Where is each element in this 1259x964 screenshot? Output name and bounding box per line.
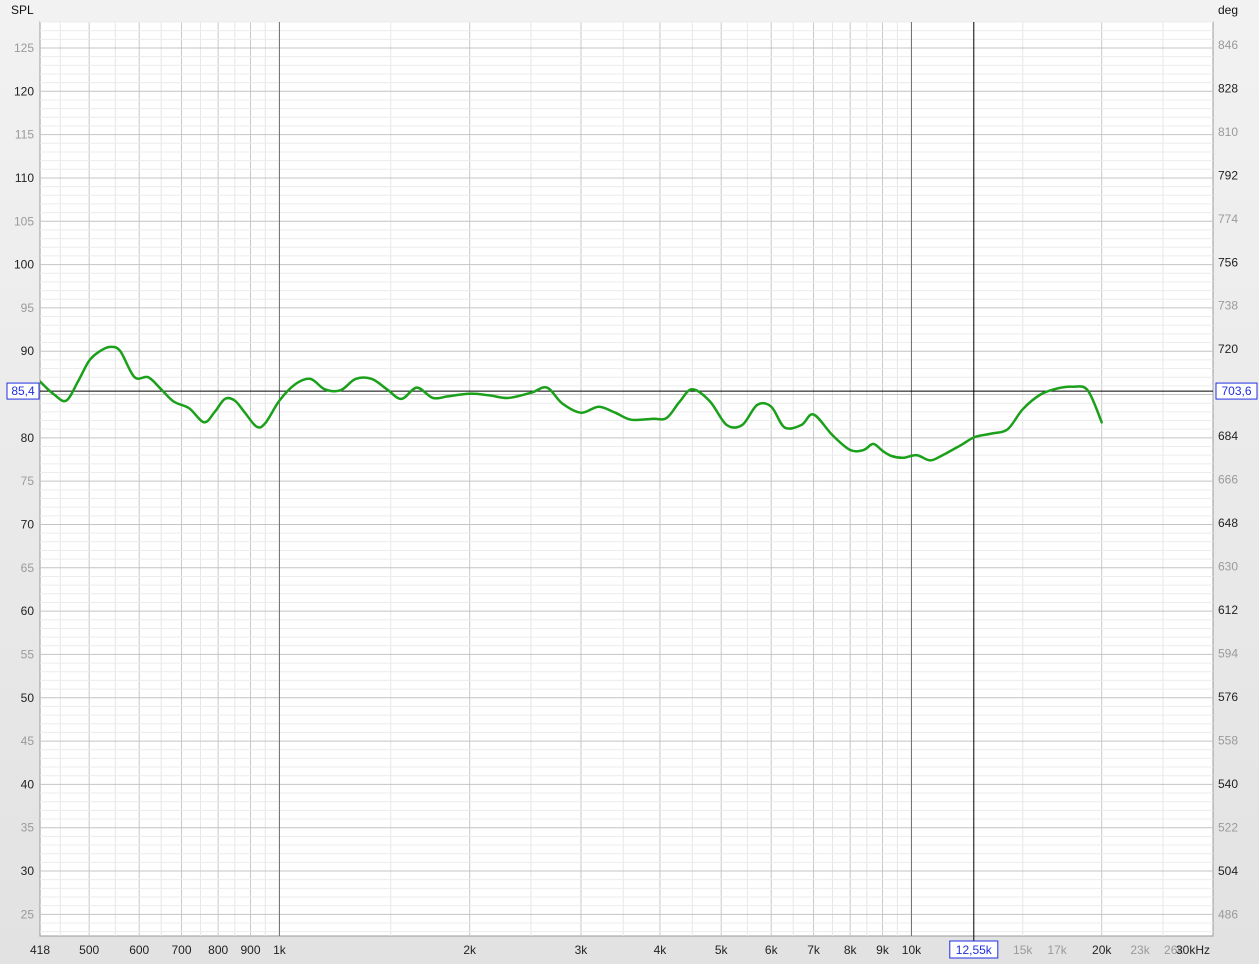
right-axis-title: deg (1218, 3, 1238, 17)
left-y-tick-label: 110 (15, 171, 34, 185)
x-tick-label-minor: 17k (1047, 943, 1067, 957)
plot-area[interactable] (39, 21, 1214, 937)
right-y-tick-label: 774 (1218, 212, 1238, 226)
x-tick-label: 3k (575, 943, 589, 957)
right-y-axis: 846 828 810 792 774 756 738 720 684 666 648 630 612 5… (1218, 38, 1238, 921)
x-tick-label-minor: 23k (1130, 943, 1150, 957)
left-y-tick-label: 115 (15, 128, 34, 142)
x-tick-label: 20k (1092, 943, 1112, 957)
x-tick-label: 600 (129, 943, 149, 957)
right-y-tick-label: 720 (1218, 342, 1238, 356)
right-y-tick-label: 486 (1218, 907, 1238, 921)
left-y-tick-label: 25 (21, 907, 35, 921)
left-y-tick-label: 70 (21, 517, 35, 531)
cursor-y-readout-left: 85,4 (11, 384, 35, 398)
left-y-tick-label: 80 (21, 431, 35, 445)
right-y-tick-label: 648 (1218, 516, 1238, 530)
right-y-tick-label: 738 (1218, 299, 1238, 313)
x-tick-label: 6k (765, 943, 779, 957)
right-y-tick-label: 558 (1218, 733, 1238, 747)
cursor-x-readout: 12,55k (956, 943, 993, 957)
x-tick-label: 9k (876, 943, 890, 957)
left-y-tick-label: 60 (21, 604, 35, 618)
left-y-tick-label: 50 (21, 691, 35, 705)
x-axis: 418 500 600 700 800 900 1k 2k 3k 4k 5k 6k 7k 8k 9k 10k 2… (30, 943, 1210, 957)
right-y-tick-label: 504 (1218, 864, 1238, 878)
x-tick-label: 5k (715, 943, 729, 957)
left-y-tick-label: 35 (21, 821, 35, 835)
left-axis-title: SPL (11, 3, 34, 17)
left-y-tick-label: 45 (21, 734, 35, 748)
left-y-tick-label: 40 (21, 777, 35, 791)
frequency-response-chart[interactable]: SPL deg 125 120 115 110 105 100 95 90 80 75 70 65 60… (0, 0, 1259, 964)
left-y-tick-label: 120 (14, 84, 34, 98)
right-y-tick-label: 522 (1218, 820, 1238, 834)
left-y-tick-label: 125 (14, 41, 34, 55)
left-y-tick-label: 90 (21, 344, 35, 358)
x-tick-label: 4k (654, 943, 668, 957)
right-y-tick-label: 666 (1218, 473, 1238, 487)
x-tick-label: 10k (902, 943, 922, 957)
right-y-tick-label: 594 (1218, 646, 1238, 660)
left-y-tick-label: 75 (21, 474, 35, 488)
x-tick-label: 7k (807, 943, 821, 957)
right-y-tick-label: 792 (1218, 168, 1238, 182)
x-tick-label: 8k (844, 943, 858, 957)
left-y-tick-label: 95 (21, 301, 35, 315)
x-tick-label: 800 (208, 943, 228, 957)
x-tick-label: 2k (463, 943, 477, 957)
left-y-tick-label: 55 (21, 647, 35, 661)
right-y-tick-label: 756 (1218, 255, 1238, 269)
right-y-tick-label: 810 (1218, 125, 1238, 139)
cursor-y-readout-right: 703,6 (1221, 384, 1251, 398)
right-y-tick-label: 576 (1218, 690, 1238, 704)
right-y-tick-label: 846 (1218, 38, 1238, 52)
right-y-tick-label: 612 (1218, 603, 1238, 617)
left-y-tick-label: 30 (21, 864, 35, 878)
x-tick-label: 700 (172, 943, 192, 957)
left-y-tick-label: 100 (14, 258, 34, 272)
right-y-tick-label: 684 (1218, 429, 1238, 443)
right-y-tick-label: 540 (1218, 777, 1238, 791)
right-y-tick-label: 828 (1218, 81, 1238, 95)
x-tick-label-minor: 15k (1013, 943, 1033, 957)
x-tick-label: 418 (30, 943, 50, 957)
right-y-tick-label: 630 (1218, 560, 1238, 574)
x-tick-label-minor: 30kHz (1176, 943, 1210, 957)
x-tick-label: 900 (240, 943, 260, 957)
left-y-tick-label: 105 (14, 214, 34, 228)
left-y-axis: 125 120 115 110 105 100 95 90 80 75 70 65 60 55 50 45 40… (14, 41, 34, 921)
left-y-tick-label: 65 (21, 561, 35, 575)
x-tick-label: 500 (79, 943, 99, 957)
x-tick-label: 1k (273, 943, 287, 957)
